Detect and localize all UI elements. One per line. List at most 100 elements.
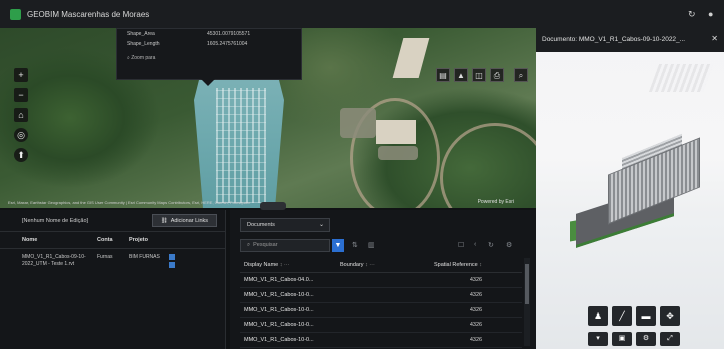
column-header[interactable]: Display Name ↕ ⋯ [240, 258, 336, 273]
settings-icon[interactable]: ⚙ [636, 332, 656, 346]
settings-icon[interactable]: ⚙ [506, 241, 512, 249]
building [392, 38, 430, 78]
cell-boundary [336, 272, 430, 288]
ghost-structure [648, 64, 714, 92]
popup-row: Shape_Area 45301.0079105571 [117, 29, 301, 39]
scrollbar-thumb[interactable] [525, 264, 529, 304]
basemap-icon[interactable]: ▲ [454, 68, 468, 82]
columns-icon[interactable]: ▥ [368, 241, 375, 249]
print-icon[interactable]: ⎙ [490, 68, 504, 82]
prev-icon[interactable]: ‹ [474, 241, 476, 248]
cell-display-name: MMO_V1_R1_Cabos-10-0... [240, 332, 336, 348]
add-links-label: Adicionar Links [170, 217, 208, 224]
add-links-button[interactable]: ⛓ Adicionar Links [151, 214, 217, 227]
table-row[interactable]: MMO_V1_R1_Cabos-10-0... 4326 [240, 317, 522, 333]
table-row[interactable]: MMO_V1_R1_Cabos-10-0... 4326 [240, 302, 522, 318]
viewer-ground [536, 218, 724, 349]
home-button[interactable]: ⌂ [14, 108, 28, 122]
cell-spatial-reference: 4326 [430, 332, 522, 348]
refresh-table-icon[interactable]: ↻ [488, 241, 494, 249]
column-label: Spatial Reference [434, 262, 478, 268]
sort-arrow-icon[interactable]: ↕ ⋯ [365, 262, 375, 268]
layers-icon[interactable]: ▤ [436, 68, 450, 82]
column-header[interactable]: Spatial Reference ↕ [430, 258, 522, 273]
cell-spatial-reference: 4326 [430, 317, 522, 333]
column-header[interactable]: Boundary ↕ ⋯ [336, 258, 430, 273]
map-nav-tools: + − ⌂ ◎ ⬆ [14, 68, 28, 162]
sort-arrow-icon[interactable]: ↕ [479, 262, 482, 268]
panel-collapse-handle[interactable] [260, 202, 286, 210]
building [376, 120, 416, 144]
properties-icon[interactable]: ▣ [612, 332, 632, 346]
popup-key: Shape_Area [127, 31, 155, 37]
map-search-toolbar: ⌕ [514, 68, 528, 82]
cell-boundary [336, 317, 430, 333]
fullscreen-icon[interactable]: ⤢ [660, 332, 680, 346]
title-bar: GEOBIM Mascarenhas de Moraes [0, 0, 536, 28]
cell-spatial-reference: 4326 [430, 272, 522, 288]
compass-button[interactable]: ⬆ [14, 148, 28, 162]
zoom-to-link[interactable]: ⌕ Zoom para [117, 49, 301, 67]
map-attribution: Esri, Maxar, Earthstar Geographics, and … [8, 200, 251, 205]
viewer-toolbar-secondary: ▾ ▣ ⚙ ⤢ [588, 332, 680, 346]
close-icon[interactable]: ✕ [711, 34, 718, 43]
viewer-toolbar: ♟ ╱ ▬ ✥ [588, 306, 680, 326]
column-header[interactable]: Conta [95, 232, 127, 249]
column-header[interactable]: Nome [0, 232, 95, 249]
link-icon: ⛓ [160, 217, 168, 224]
column-header[interactable]: Projeto [127, 232, 167, 249]
section-box-icon[interactable]: ▬ [636, 306, 656, 326]
bim-3d-viewer[interactable]: Documento: MMO_V1_R1_Cabos-09-10-2022_..… [536, 28, 724, 349]
map-widget-toolbar: ▤ ▲ ◫ ⎙ [436, 68, 504, 82]
model-browser-icon[interactable]: ▾ [588, 332, 608, 346]
popup-tail [201, 79, 215, 86]
cell-nome: MMO_V1_R1_Cabos-09-10-2022_UTM - Teste 1… [22, 254, 86, 267]
table-scrollbar[interactable] [524, 258, 530, 346]
zoom-to-label: Zoom para [131, 55, 156, 61]
cell-display-name: MMO_V1_R1_Cabos-04.0... [240, 272, 336, 288]
cell-spatial-reference: 4326 [430, 302, 522, 318]
user-icon[interactable]: ● [708, 9, 713, 19]
feature-popup: Shape_Area 45301.0079105571 Shape_Length… [116, 28, 302, 86]
cell-boundary [336, 302, 430, 318]
cell-display-name: MMO_V1_R1_Cabos-10-0... [240, 287, 336, 303]
search-placeholder: Pesquisar [253, 242, 278, 248]
zoom-in-button[interactable]: + [14, 68, 28, 82]
select-all-icon[interactable]: ☐ [458, 241, 464, 249]
filter-button[interactable]: ▼ [332, 239, 344, 252]
column-label: Boundary [340, 262, 364, 268]
table-row[interactable]: MMO_V1_R1_Cabos-09-10-2022_UTM - Teste 1… [0, 249, 225, 274]
documents-select[interactable]: Documents ⌄ [240, 218, 330, 232]
viewer-title: Documento: MMO_V1_R1_Cabos-09-10-2022_..… [536, 28, 724, 52]
first-person-icon[interactable]: ♟ [588, 306, 608, 326]
measure-tool-icon[interactable]: ╱ [612, 306, 632, 326]
app-logo-icon [10, 8, 21, 20]
top-right-bar: ↻ ● [536, 0, 724, 28]
esri-credit: Powered by Esri [477, 199, 514, 205]
clearing [340, 108, 376, 138]
document-search-input[interactable]: ⌕ Pesquisar [240, 239, 330, 252]
sort-arrow-icon[interactable]: ↕ ⋯ [280, 262, 290, 268]
table-row[interactable]: MMO_V1_R1_Cabos-10-0... 4326 [240, 287, 522, 303]
table-row[interactable]: MMO_V1_R1_Cabos-04.0... 4326 [240, 272, 522, 288]
measure-icon[interactable]: ◫ [472, 68, 486, 82]
sort-icon[interactable]: ⇅ [352, 241, 358, 249]
cell-boundary [336, 332, 430, 348]
cell-spatial-reference: 4326 [430, 287, 522, 303]
delete-icon[interactable] [169, 262, 175, 268]
links-table: Nome Conta Projeto MMO_V1_R1_Cabos-09-10… [0, 232, 225, 273]
locate-button[interactable]: ◎ [14, 128, 28, 142]
road-curve [440, 123, 536, 208]
column-header-actions [167, 232, 225, 249]
popup-value: 45301.0079105571 [207, 31, 251, 37]
zoom-out-button[interactable]: − [14, 88, 28, 102]
edition-name: [Nenhum Nome de Edição] [22, 217, 89, 224]
map-search-icon[interactable]: ⌕ [514, 68, 528, 82]
explode-icon[interactable]: ✥ [660, 306, 680, 326]
popup-key: Shape_Length [127, 41, 160, 47]
table-row[interactable]: MMO_V1_R1_Cabos-10-0... 4326 [240, 332, 522, 348]
popup-value: 1605.2475761004 [207, 41, 248, 47]
edit-icon[interactable] [169, 254, 175, 260]
column-label: Display Name [244, 262, 279, 268]
refresh-icon[interactable]: ↻ [688, 9, 696, 20]
